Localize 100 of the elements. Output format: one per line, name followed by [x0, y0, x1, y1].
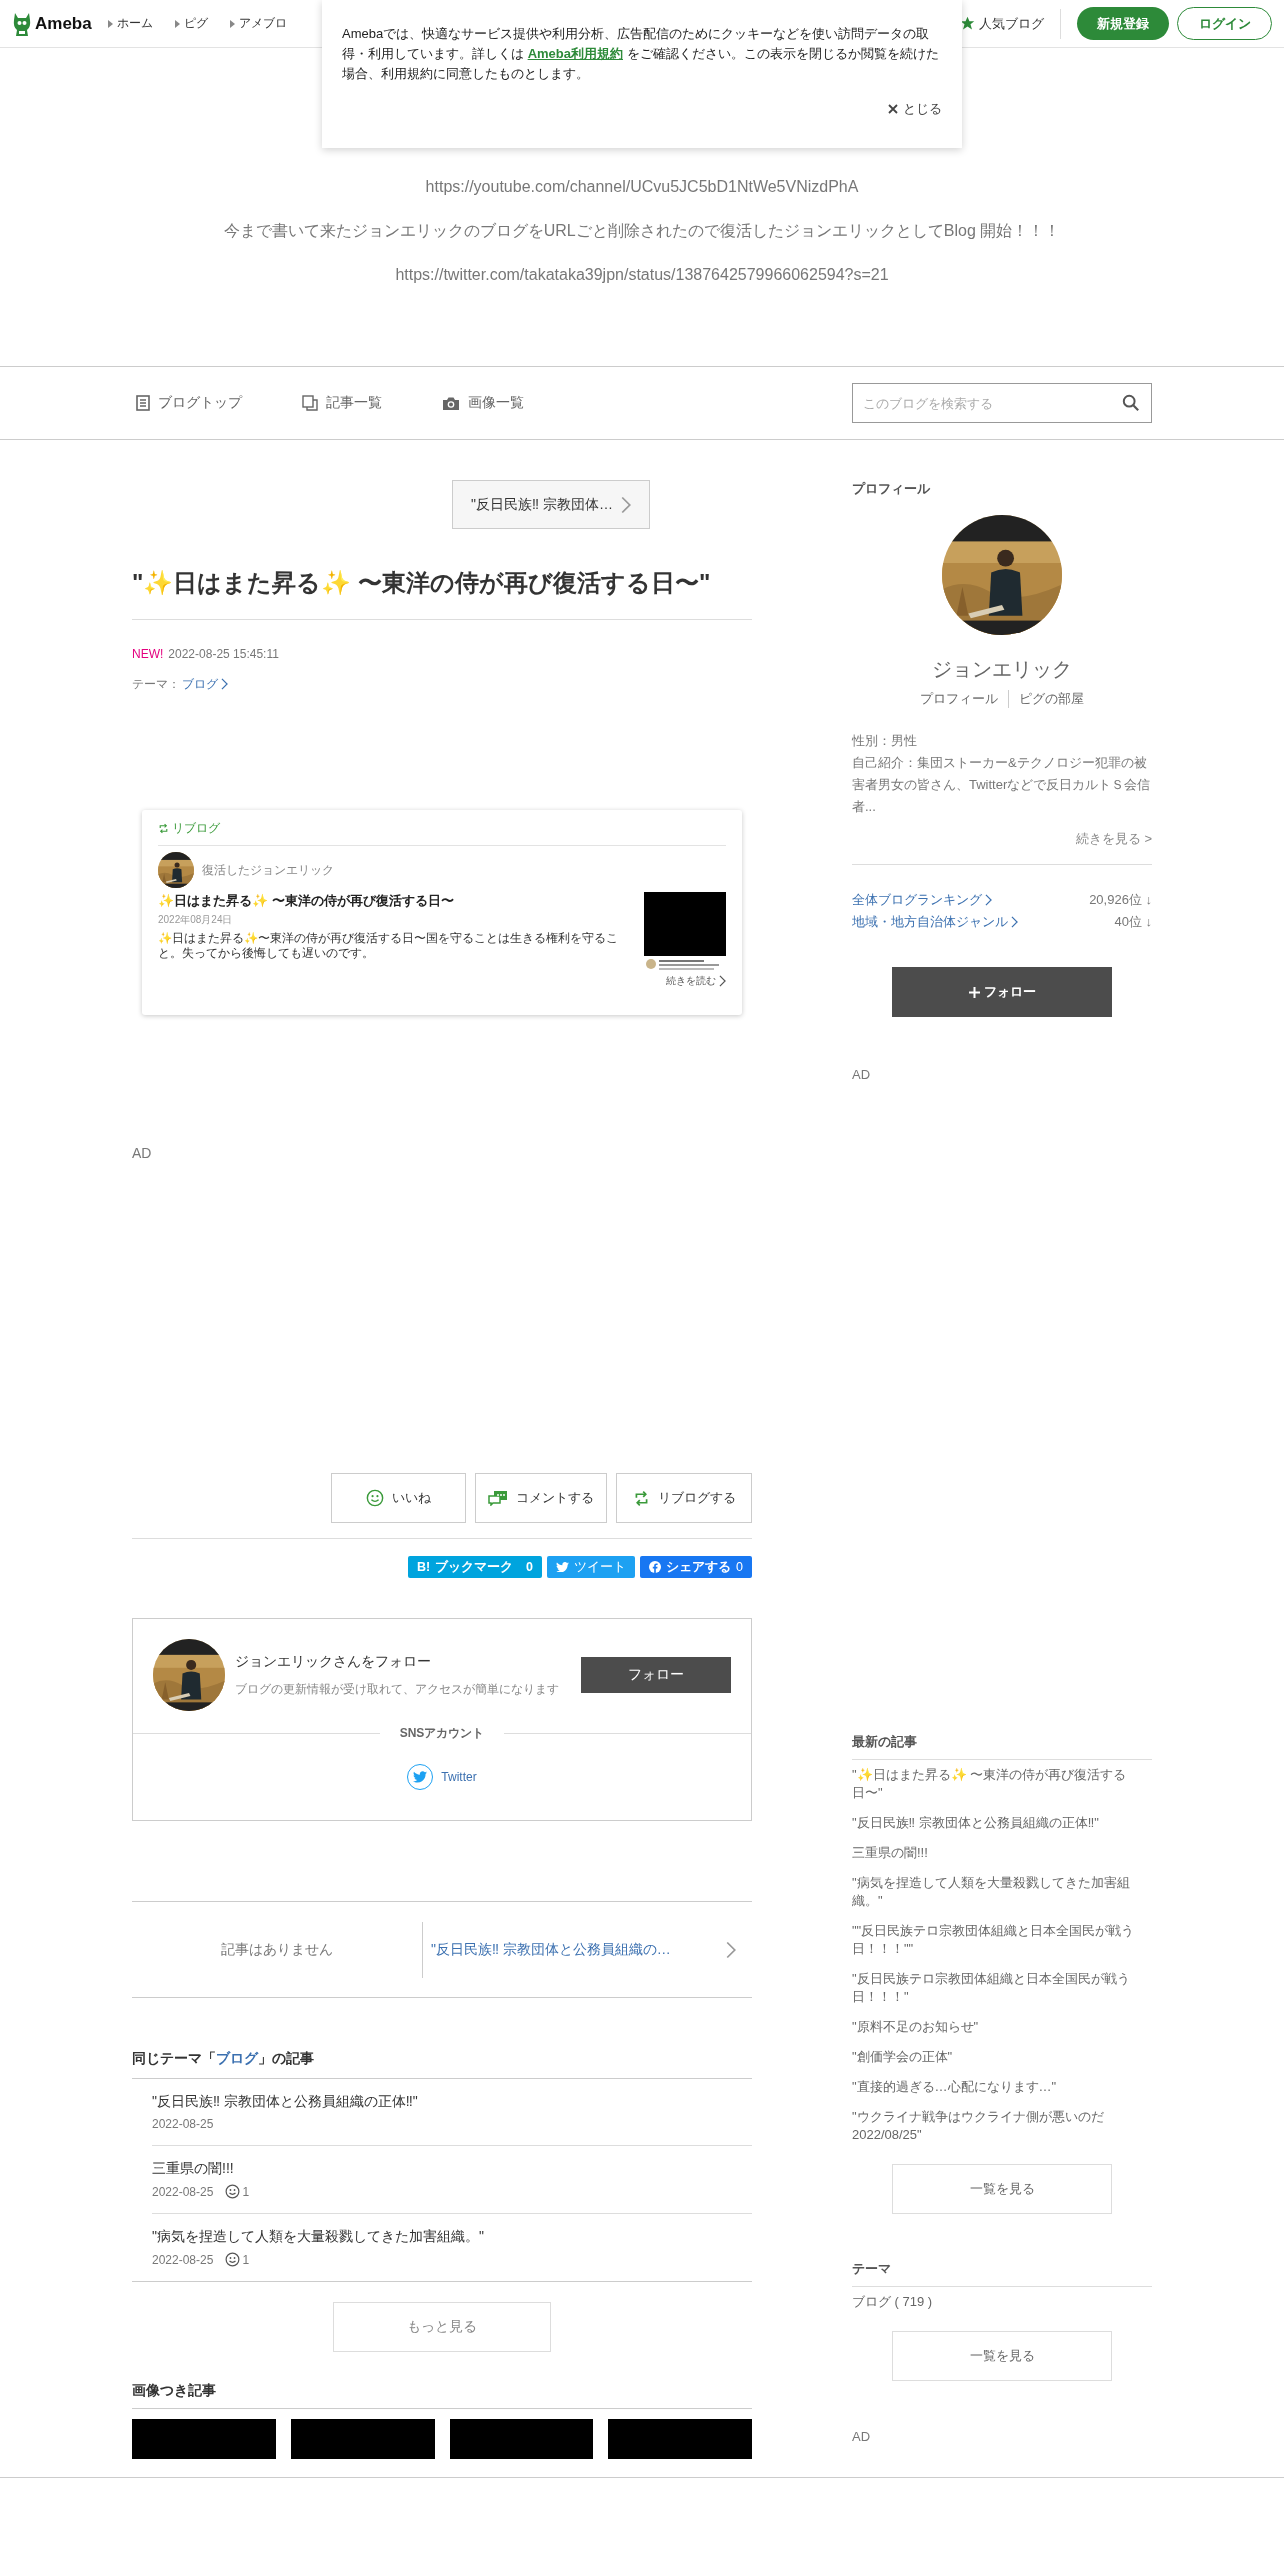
theme-label: テーマ： [132, 676, 180, 692]
article-link[interactable]: "✨日はまた昇る✨ 〜東洋の侍が再び復活する日〜" [852, 1766, 1152, 1802]
ad-label: AD [852, 1067, 872, 1082]
article-link[interactable]: ""反日民族テロ宗教団体組織と日本全国民が戦う日！！！"" [852, 1922, 1152, 1958]
article-link[interactable]: "直接的過ぎる…心配になります…" [852, 2078, 1152, 2096]
profile-link[interactable]: ピグの部屋 [1008, 690, 1084, 708]
nav-link[interactable]: ピグ [174, 15, 208, 32]
circle-icon [649, 1561, 662, 1573]
new-label: NEW! [132, 646, 164, 662]
camera-icon [442, 395, 460, 411]
reblog-label: リブログ [172, 820, 220, 837]
terms-link[interactable]: Ameba利用規約 [527, 46, 623, 61]
profile-link[interactable]: プロフィール [920, 690, 998, 708]
signup-button[interactable]: 新規登録 [1077, 7, 1169, 40]
blog-description: https://twitter.com/takataka39jpn/status/1387642579966062594?s=21 [394, 266, 890, 284]
article-date: 2022-08-25 [152, 2252, 214, 2267]
image-placeholder[interactable] [132, 2419, 276, 2459]
blog-nav-tab[interactable]: 記事一覧 [298, 394, 386, 412]
article-link[interactable]: "反日民族‼ 宗教団体と公務員組織の正体‼" [152, 2093, 752, 2111]
article-link[interactable]: "ウクライナ戦争はウクライナ側が悪いのだ 2022/08/25" [852, 2108, 1152, 2144]
no-previous-text: 記事はありません [220, 1940, 334, 1959]
image-placeholder[interactable] [449, 2419, 594, 2459]
follow-button[interactable]: フォロー [581, 1657, 731, 1693]
nav-link[interactable]: アメブロ [229, 15, 287, 32]
chevron-icon [985, 894, 992, 906]
ad-label: AD [852, 2429, 872, 2444]
article-link[interactable]: "病気を捏造して人類を大量殺戮してきた加害組織。" [152, 2228, 752, 2246]
article-link[interactable]: "反日民族‼ 宗教団体と公務員組織の正体‼" [852, 1814, 1152, 1832]
caret-icon [107, 19, 113, 28]
like-button[interactable]: いいね [331, 1473, 466, 1523]
image-placeholder[interactable] [608, 2419, 752, 2459]
chevron-icon [1011, 916, 1018, 928]
next-article-link[interactable]: "反日民族‼ 宗教団体と公務員組織の… [423, 1939, 752, 1960]
follow-title: ジョンエリックさんをフォロー [235, 1652, 432, 1671]
pages-icon [302, 395, 318, 411]
article-date: 2022-08-25 [152, 2184, 214, 2199]
reblog-date: 2022年08月24日 [158, 913, 234, 927]
read-more-link[interactable]: 続きを見る > [1075, 831, 1152, 846]
blog-description: 今まで書いて来たジョンエリックのブログをURLごと削除されたので復活したジョンエリックとしてBlog 開始！！！ [222, 222, 1062, 240]
nav-link[interactable]: ホーム [107, 15, 153, 32]
blog-nav-tab[interactable]: 画像一覧 [438, 394, 528, 412]
chevron-icon [726, 1939, 736, 1960]
reblog-title[interactable]: ✨日はまた昇る✨ 〜東洋の侍が再び復活する日〜 [158, 892, 628, 910]
blog-description: https://youtube.com/channel/UCvu5JC5bD1NtWe5VNizdPhA [424, 178, 860, 196]
article-link[interactable]: "反日民族テロ宗教団体組織と日本全国民が戦う日！！！" [852, 1970, 1152, 2006]
like-count: 1 [242, 2252, 250, 2267]
reblog-excerpt: ✨日はまた昇る✨〜東洋の侍が再び復活する日〜国を守ることは生きる権利を守ること。失ってから後悔しても遅いのです。 [158, 931, 619, 961]
comment-button[interactable]: コメントする [475, 1473, 607, 1523]
smile-icon [366, 1489, 384, 1507]
sns-link[interactable]: Twitter [407, 1764, 477, 1790]
profile-name[interactable]: ジョンエリック [852, 657, 1152, 681]
close-button[interactable]: とじる [888, 100, 942, 118]
theme-link[interactable]: ブログ ( 719 ) [852, 2293, 1152, 2311]
reblog-button[interactable]: リブログする [616, 1473, 752, 1523]
more-button[interactable]: もっと見る [333, 2302, 551, 2352]
close-icon [888, 104, 898, 114]
blog-nav-tab[interactable]: ブログトップ [132, 394, 246, 412]
previous-article-button[interactable]: "反日民族‼ 宗教団体… [452, 480, 650, 529]
section-heading: 画像つき記事 [132, 2382, 752, 2409]
like-count: 1 [242, 2184, 250, 2199]
ranking-value: 20,926位 ↓ [1089, 891, 1152, 909]
search-field[interactable]: このブログを検索する [852, 383, 1152, 423]
read-more-link[interactable]: 続きを読む [158, 974, 726, 988]
reblog-icon [158, 823, 169, 834]
section-heading: テーマ [852, 2260, 1152, 2287]
article-date: 2022-08-25 15:45:11 [168, 646, 279, 662]
sns-heading: SNSアカウント [399, 1725, 485, 1742]
chevron-icon [719, 975, 726, 987]
follow-button[interactable]: フォロー [892, 967, 1112, 1017]
article-link[interactable]: 三重県の闇!!! [852, 1844, 1152, 1862]
ranking-link[interactable]: 地域・地方自治体ジャンル [852, 911, 1018, 933]
article-link[interactable]: 三重県の闇!!! [152, 2160, 752, 2178]
section-heading: プロフィール [852, 480, 931, 498]
article-link[interactable]: "原料不足のお知らせ" [852, 2018, 1152, 2036]
article-link[interactable]: "病気を捏造して人類を大量殺戮してきた加害組織。" [852, 1874, 1152, 1910]
theme-link[interactable]: ブログ [182, 676, 228, 692]
image-placeholder[interactable] [290, 2419, 435, 2459]
follow-description: ブログの更新情報が受け取れて、アクセスが簡単になります [235, 1680, 559, 1698]
ranking-link[interactable]: 全体ブログランキング [852, 889, 992, 911]
logo-text[interactable]: Ameba [35, 13, 92, 34]
article-link[interactable]: "創価学会の正体" [852, 2048, 1152, 2066]
login-button[interactable]: ログイン [1177, 7, 1272, 40]
view-all-button[interactable]: 一覧を見る [892, 2331, 1112, 2381]
share-button[interactable]: シェアする 0 [640, 1556, 752, 1578]
bird-icon [556, 1561, 570, 1573]
profile-intro: 自己紹介：集団ストーカー&テクノロジー犯罪の被害者男女の皆さん、Twitterなどで反日カルトＳ会信者... [852, 754, 1152, 816]
search-icon [1122, 394, 1140, 412]
article-title: "✨日はまた昇る✨ 〜東洋の侍が再び復活する日〜" [132, 563, 752, 620]
smile-icon [225, 2252, 241, 2267]
view-all-button[interactable]: 一覧を見る [892, 2164, 1112, 2214]
theme-link[interactable]: ブログ [216, 2050, 258, 2066]
smile-icon [225, 2184, 241, 2199]
ad-label: AD [132, 1145, 153, 1161]
chevron-icon [221, 678, 228, 690]
section-heading: 最新の記事 [852, 1733, 1152, 1760]
section-heading: 同じテーマ「ブログ」の記事 [132, 2050, 752, 2079]
comment-icon [488, 1490, 508, 1506]
chevron-icon [620, 494, 631, 515]
caret-icon [229, 19, 235, 28]
caret-icon [174, 19, 180, 28]
